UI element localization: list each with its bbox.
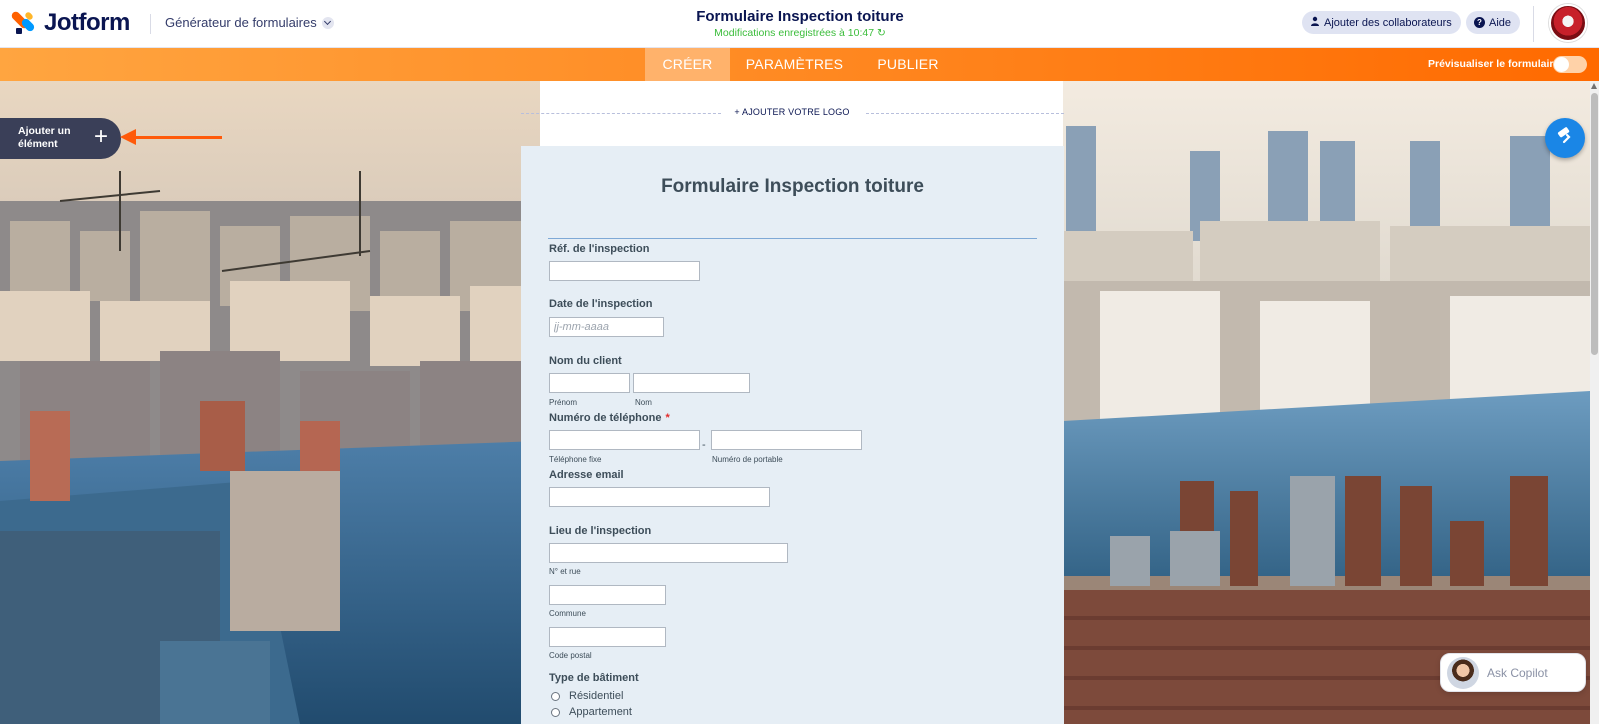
- email-label: Adresse email: [549, 469, 624, 481]
- city-sublabel: Commune: [549, 609, 586, 618]
- first-name-sublabel: Prénom: [549, 398, 578, 407]
- help-icon: ?: [1474, 17, 1485, 28]
- radio-label: Résidentiel: [569, 690, 624, 702]
- zip-input[interactable]: [549, 627, 666, 647]
- radio-label: Appartement: [569, 706, 632, 718]
- refresh-icon: ↻: [877, 27, 886, 39]
- add-element-text: Ajouter un élément: [18, 125, 71, 150]
- paint-roller-icon: [1555, 126, 1575, 151]
- copilot-label: Ask Copilot: [1487, 666, 1548, 680]
- top-header: Jotform Générateur de formulaires Formul…: [0, 0, 1599, 48]
- builder-menu-label: Générateur de formulaires: [165, 15, 317, 30]
- help-label: Aide: [1489, 16, 1512, 29]
- ref-input[interactable]: [549, 261, 700, 281]
- phone-label: Numéro de téléphone *: [549, 412, 670, 424]
- scroll-up-icon[interactable]: [1591, 83, 1597, 89]
- preview-toggle[interactable]: [1553, 56, 1587, 73]
- vertical-scrollbar[interactable]: [1590, 81, 1599, 724]
- jotform-logo[interactable]: Jotform: [10, 9, 130, 37]
- phone-mobile-input[interactable]: [711, 430, 862, 450]
- radio-circle[interactable]: [551, 691, 560, 701]
- save-status-text: Modifications enregistrées à 10:47: [714, 27, 875, 39]
- first-name-input[interactable]: [549, 373, 630, 393]
- zip-sublabel: Code postal: [549, 651, 592, 660]
- ref-label: Réf. de l'inspection: [549, 243, 650, 255]
- copilot-avatar: [1447, 657, 1479, 689]
- tab-publish[interactable]: PUBLIER: [872, 48, 944, 81]
- city-input[interactable]: [549, 585, 666, 605]
- phone-fixed-input[interactable]: [549, 430, 700, 450]
- email-input[interactable]: [549, 487, 770, 507]
- phone-fixed-sublabel: Téléphone fixe: [549, 455, 602, 464]
- street-input[interactable]: [549, 543, 788, 563]
- user-icon: [1310, 16, 1320, 29]
- chevron-down-icon: [321, 16, 334, 29]
- brand-name: Jotform: [44, 9, 130, 36]
- last-name-sublabel: Nom: [635, 398, 652, 407]
- add-collaborators-label: Ajouter des collaborateurs: [1324, 16, 1452, 29]
- date-input[interactable]: [549, 317, 664, 337]
- required-marker: *: [665, 412, 670, 424]
- tab-settings[interactable]: PARAMÈTRES: [742, 48, 847, 81]
- builder-menu[interactable]: Générateur de formulaires: [165, 15, 334, 30]
- building-type-label: Type de bâtiment: [549, 672, 639, 684]
- phone-separator: -: [702, 439, 706, 451]
- add-element-label: Ajouter un élément: [18, 125, 88, 151]
- tab-create[interactable]: CRÉER: [645, 48, 730, 81]
- header-divider: [150, 14, 151, 34]
- form-designer-button[interactable]: [1545, 118, 1585, 158]
- help-button[interactable]: ? Aide: [1466, 11, 1521, 34]
- add-logo-button[interactable]: + AJOUTER VOTRE LOGO: [720, 107, 864, 117]
- logo-divider-right: [866, 113, 1064, 114]
- client-label: Nom du client: [549, 355, 622, 367]
- add-element-button[interactable]: Ajouter un élément +: [0, 118, 121, 159]
- phone-label-text: Numéro de téléphone: [549, 412, 662, 424]
- form-heading[interactable]: Formulaire Inspection toiture: [521, 176, 1064, 198]
- phone-mobile-sublabel: Numéro de portable: [712, 455, 783, 464]
- radio-circle[interactable]: [551, 707, 560, 717]
- logo-divider-left: [521, 113, 721, 114]
- radio-residentiel[interactable]: Résidentiel: [551, 690, 623, 702]
- street-sublabel: N° et rue: [549, 567, 581, 576]
- arrow-pointer-line: [132, 136, 222, 139]
- builder-nav: CRÉER PARAMÈTRES PUBLIER Prévisualiser l…: [0, 48, 1599, 81]
- location-label: Lieu de l'inspection: [549, 525, 652, 537]
- date-label: Date de l'inspection: [549, 298, 653, 310]
- form-card: Formulaire Inspection toiture Réf. de l'…: [521, 146, 1064, 724]
- heading-divider: [548, 238, 1037, 239]
- last-name-input[interactable]: [633, 373, 750, 393]
- jotform-logo-icon: [10, 10, 36, 36]
- avatar-divider: [1533, 6, 1534, 42]
- ask-copilot-button[interactable]: Ask Copilot: [1440, 653, 1586, 692]
- form-title-block: Formulaire Inspection toiture Modificati…: [600, 8, 1000, 39]
- plus-icon: +: [94, 123, 109, 150]
- save-status: Modifications enregistrées à 10:47 ↻: [600, 27, 1000, 39]
- scrollbar-thumb[interactable]: [1591, 93, 1598, 355]
- radio-appartement[interactable]: Appartement: [551, 706, 632, 718]
- avatar[interactable]: [1549, 4, 1587, 42]
- preview-label: Prévisualiser le formulaire: [1428, 58, 1560, 70]
- add-collaborators-button[interactable]: Ajouter des collaborateurs: [1302, 11, 1461, 34]
- toggle-knob: [1554, 57, 1569, 72]
- header-form-title[interactable]: Formulaire Inspection toiture: [600, 8, 1000, 25]
